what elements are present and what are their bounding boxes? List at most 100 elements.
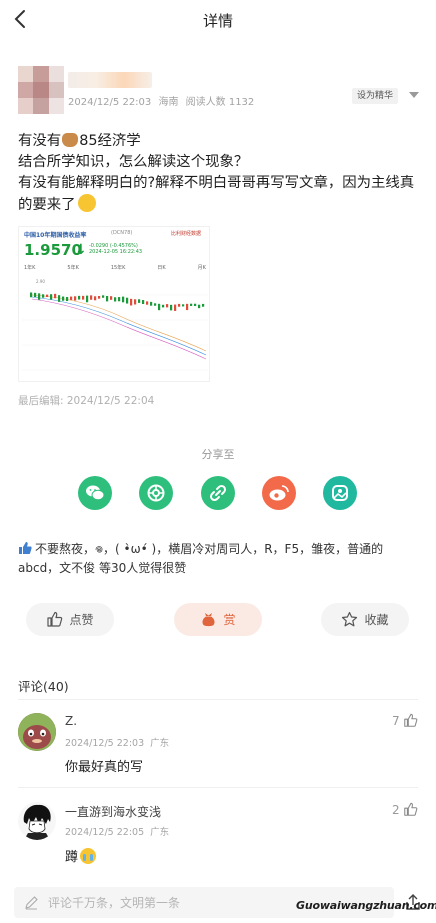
post-location: 海南 [158,97,179,108]
comments-divider [18,699,418,700]
avatar-image [18,713,56,751]
grin-emoji-icon [77,194,96,212]
chart-tab: 5年K [67,265,79,271]
likers-text: 不要熬夜，𖦹，( •̀ω•́ )，横眉冷对周司人，R，F5，雏夜，普通的abcd… [18,542,384,575]
kline-candle [106,295,109,302]
post-read-count: 阅读人数 1132 [185,97,255,108]
pen-icon [25,896,38,910]
comment-divider [18,787,418,788]
kline-candle [90,295,93,300]
kline-candle [158,303,161,311]
chart-change: -0.0290 (-0.4576%) 2024-12-05 16:22:43 [89,243,142,255]
chart-tab: 月K [197,265,206,271]
thumbs-up-icon [47,611,63,627]
kline-candle [122,296,125,303]
chart-tab: 15年K [110,265,126,271]
kline-candle [142,300,145,305]
likers-summary[interactable]: 不要熬夜，𖦹，( •̀ω•́ )，横眉冷对周司人，R，F5，雏夜，普通的abcd… [18,540,422,578]
chart-time: 2024-12-05 16:22:43 [89,249,143,255]
kline-candle [138,299,141,303]
author-avatar[interactable] [18,66,64,114]
kline-candle [42,294,45,298]
comment-region: 广东 [150,738,170,749]
author-name[interactable] [68,72,152,88]
kline-candle [66,296,69,302]
comment-avatar[interactable] [18,802,56,840]
like-label: 点赞 [69,613,94,627]
qzone-icon [332,485,348,501]
comment-like-count: 2 [392,803,400,817]
kline-candle [46,294,49,298]
wechat-icon [86,485,105,501]
reward-button[interactable]: 赏 [174,603,262,636]
comment-body-wrap: 蹲 [65,846,97,865]
comment-meta: 2024/12/5 22:03 广东 [65,735,175,749]
kline-candle [78,295,81,300]
comment-body: 你最好真的写 [65,760,144,775]
kline-candle [134,299,137,305]
chart-brand: 比利财经数据 [171,231,202,237]
kline-candle [38,293,41,300]
kline-candle [50,294,53,300]
chart-tab: 1年K [24,265,36,271]
share-qzone-button[interactable] [323,476,357,510]
share-weibo-button[interactable] [262,476,296,510]
chart-code: (DCN78) [111,230,133,236]
post-timestamp: 2024/12/5 22:03 [68,97,152,108]
share-label: 分享至 [201,448,235,461]
chart-tab: 日K [157,265,166,271]
weibo-icon [269,485,289,501]
kline-candle [174,304,177,311]
comment-author[interactable]: 一直游到海水变浅 [65,803,161,820]
link-icon [209,484,227,502]
avatar-image [18,802,56,840]
set-featured-button[interactable]: 设为精华 [352,88,399,104]
kline-candle [82,295,85,300]
like-button[interactable]: 点赞 [26,603,114,636]
favorite-button[interactable]: 收藏 [321,603,409,636]
comment-avatar[interactable] [18,713,56,751]
share-wechat-button[interactable] [78,476,112,510]
kline-candle [102,295,105,298]
kline-candle [54,293,57,299]
kline-candle [94,296,97,301]
kline-candle [186,303,189,311]
kline-candle [110,296,113,300]
comment-like-icon[interactable] [403,802,418,817]
comment-region: 广东 [150,827,170,838]
kline-candle [86,295,89,303]
comment-like-icon[interactable] [403,713,418,728]
favorite-label: 收藏 [364,613,389,627]
comment-body: 蹲 [65,850,79,865]
kline-candle [162,304,165,308]
page-title: 详情 [202,12,233,30]
reward-label: 赏 [223,613,236,627]
kline-chart: 2.90 [22,279,208,371]
kline-candle [166,304,169,308]
kline-candle [126,297,129,304]
kline-candle [34,292,37,298]
kline-candle [70,296,73,300]
kline-candle [178,303,181,307]
chart-title: 中国10年期国债收益率 [24,232,87,239]
kline-candle [58,295,61,302]
share-link-button[interactable] [201,476,235,510]
down-arrow-icon: ↓ [75,242,87,258]
chart-tabs: 1年K 5年K 15年K 日K 月K [24,264,206,273]
post-meta: 2024/12/5 22:03 海南 阅读人数 1132 [68,93,258,108]
kline-candle [114,297,117,302]
post-line-1-end: 85经济学 [79,133,141,149]
kline-candle [150,301,153,306]
kline-candle [198,304,201,309]
kline-candle [130,298,133,306]
thumbs-up-icon [19,542,32,554]
share-moments-button[interactable] [139,476,173,510]
dog-emoji-icon [62,133,79,147]
reward-bag-icon [202,613,216,627]
star-icon [342,611,358,627]
watermark: Guowaiwangzhuan.com [296,899,436,912]
comment-author[interactable]: Z. [65,714,77,728]
chevron-down-icon[interactable] [408,90,420,100]
kline-candle [146,301,149,305]
post-image-chart[interactable]: 中国10年期国债收益率 (DCN78) 比利财经数据 1.9570 ↓ -0.0… [18,226,210,382]
